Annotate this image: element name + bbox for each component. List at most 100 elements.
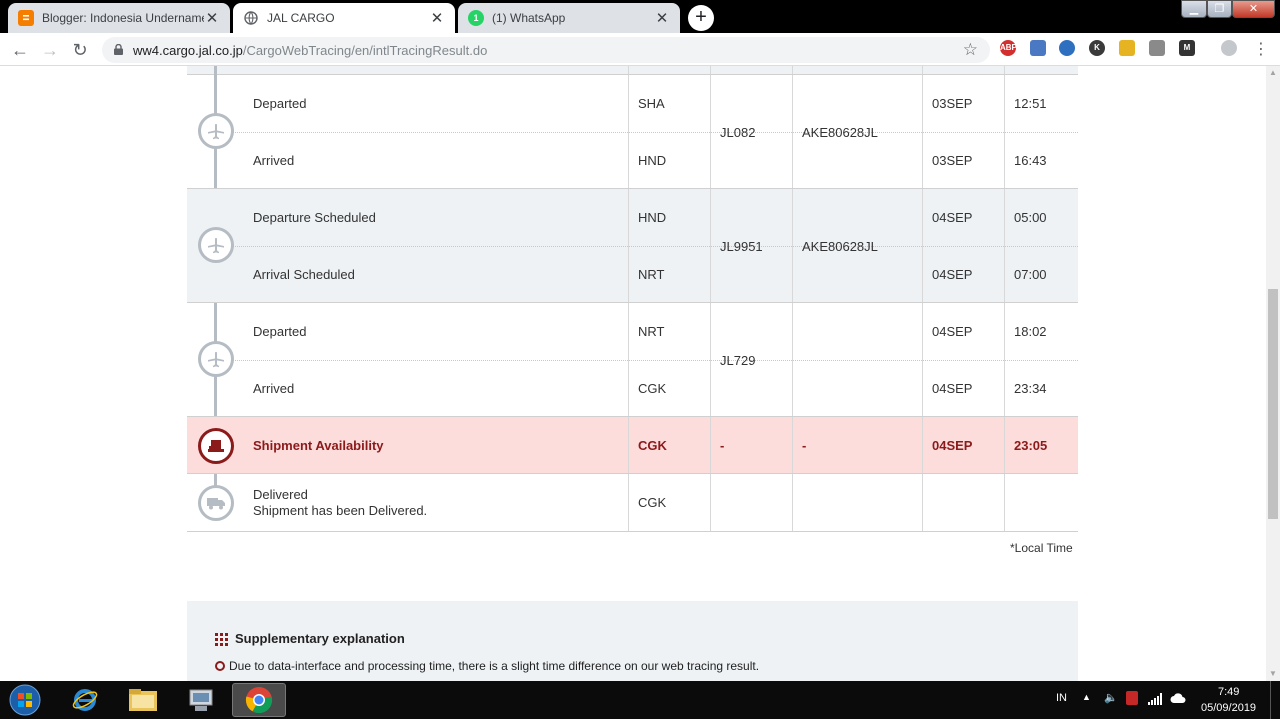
status-text: Arrived [253, 381, 295, 396]
flight-group: Departure Scheduled HND 04SEP 05:00 Arri… [187, 189, 1078, 303]
minimize-button[interactable]: ▁ [1181, 0, 1207, 18]
extension-icon[interactable] [1149, 40, 1165, 56]
delivered-row: Delivered Shipment has been Delivered. C… [187, 474, 1078, 532]
extension-icon[interactable]: K [1089, 40, 1105, 56]
time-text: 07:00 [1014, 267, 1047, 282]
time-text: 05:00 [1014, 210, 1047, 225]
reload-icon[interactable]: ↻ [69, 39, 91, 61]
url-path: /CargoWebTracing/en/intlTracingResult.do [242, 43, 488, 58]
time-text: 12:51 [1014, 96, 1047, 111]
clock-time[interactable]: 7:49 [1218, 686, 1239, 698]
flight-number: - [720, 438, 725, 453]
uld-number: AKE80628JL [802, 239, 878, 254]
section-title: Supplementary explanation [235, 631, 405, 646]
status-text: Arrived [253, 153, 295, 168]
page-content: Departed SHA 03SEP 12:51 Arrived HND 03S… [0, 66, 1266, 681]
station-code: HND [638, 153, 667, 168]
airplane-icon [198, 113, 234, 149]
time-text: 23:05 [1014, 438, 1048, 453]
taskbar: IN ▲ 🔈 7:49 05/09/2019 [0, 681, 1280, 719]
supplementary-section: Supplementary explanation Due to data-in… [187, 601, 1078, 681]
date-text: 04SEP [932, 267, 973, 282]
date-text: 04SEP [932, 210, 973, 225]
clock-date[interactable]: 05/09/2019 [1201, 702, 1256, 714]
maximize-button[interactable]: ❐ [1207, 0, 1232, 18]
back-icon[interactable]: ← [9, 39, 31, 61]
shipment-icon [198, 428, 234, 464]
show-hidden-icons[interactable]: ▲ [1082, 692, 1091, 702]
scroll-down-arrow[interactable]: ▼ [1266, 667, 1280, 681]
extension-icon[interactable] [1030, 40, 1046, 56]
antivirus-icon[interactable] [1126, 691, 1138, 705]
chrome-icon[interactable] [232, 683, 286, 717]
extension-icon[interactable] [1059, 40, 1075, 56]
menu-icon[interactable]: ⋮ [1250, 39, 1272, 61]
volume-icon[interactable]: 🔈 [1104, 691, 1118, 704]
availability-row: Shipment Availability CGK - - 04SEP 23:0… [187, 417, 1078, 474]
time-text: 18:02 [1014, 324, 1047, 339]
blogger-icon [18, 10, 34, 26]
close-icon[interactable]: ✕ [204, 9, 220, 27]
internet-explorer-icon[interactable] [58, 683, 112, 717]
station-code: NRT [638, 267, 665, 282]
tab-title: Blogger: Indonesia Undername D [42, 11, 204, 25]
grid-icon [215, 633, 228, 646]
lock-icon [114, 44, 123, 55]
profile-avatar[interactable] [1221, 40, 1237, 56]
time-text: 23:34 [1014, 381, 1047, 396]
date-text: 04SEP [932, 324, 973, 339]
language-indicator[interactable]: IN [1056, 692, 1067, 704]
flight-group: Departed SHA 03SEP 12:51 Arrived HND 03S… [187, 75, 1078, 189]
extension-icon[interactable] [1119, 40, 1135, 56]
tab-strip: Blogger: Indonesia Undername D ✕ JAL CAR… [0, 0, 1280, 33]
close-window-button[interactable]: ✕ [1232, 0, 1275, 18]
flight-number: JL729 [720, 353, 756, 368]
tab-title: (1) WhatsApp [492, 11, 566, 25]
file-explorer-icon[interactable] [116, 683, 170, 717]
flight-group: Departed NRT 04SEP 18:02 Arrived CGK 04S… [187, 303, 1078, 417]
local-time-note: *Local Time [1010, 541, 1073, 555]
flight-number: JL082 [720, 125, 756, 140]
station-code: SHA [638, 96, 665, 111]
tab-whatsapp[interactable]: 1 (1) WhatsApp ✕ [458, 3, 680, 33]
cloud-icon[interactable] [1170, 691, 1186, 708]
uld-number: - [802, 438, 807, 453]
station-code: CGK [638, 495, 667, 510]
status-text: Delivered [253, 487, 308, 502]
tab-blogger[interactable]: Blogger: Indonesia Undername D ✕ [8, 3, 230, 33]
computer-icon[interactable] [174, 683, 228, 717]
flight-number: JL9951 [720, 239, 763, 254]
bookmark-star-icon[interactable]: ☆ [963, 40, 978, 60]
tab-jal-cargo[interactable]: JAL CARGO ✕ [233, 3, 455, 33]
station-code: CGK [638, 381, 667, 396]
tab-title: JAL CARGO [267, 11, 335, 25]
extension-icon[interactable]: M [1179, 40, 1195, 56]
new-tab-button[interactable]: + [688, 5, 714, 31]
status-text: Departed [253, 96, 307, 111]
airplane-icon [198, 341, 234, 377]
time-text: 16:43 [1014, 153, 1047, 168]
browser-toolbar: ← → ↻ ww4.cargo.jal.co.jp/CargoWebTracin… [0, 33, 1280, 66]
scroll-up-arrow[interactable]: ▲ [1266, 66, 1280, 80]
globe-icon [243, 10, 259, 26]
date-text: 04SEP [932, 438, 973, 453]
scroll-thumb[interactable] [1268, 289, 1278, 519]
explanation-text: Due to data-interface and processing tim… [229, 659, 760, 673]
whatsapp-icon: 1 [468, 10, 484, 26]
url-text: ww4.cargo.jal.co.jp/CargoWebTracing/en/i… [133, 43, 487, 58]
address-bar[interactable]: ww4.cargo.jal.co.jp/CargoWebTracing/en/i… [102, 37, 990, 63]
bullet-icon [215, 661, 225, 671]
url-host: ww4.cargo.jal.co.jp [133, 43, 243, 58]
forward-icon[interactable]: → [39, 39, 61, 61]
network-icon[interactable] [1148, 693, 1162, 708]
station-code: NRT [638, 324, 665, 339]
date-text: 03SEP [932, 96, 973, 111]
date-text: 04SEP [932, 381, 973, 396]
show-desktop-button[interactable] [1270, 681, 1280, 719]
station-code: HND [638, 210, 667, 225]
close-icon[interactable]: ✕ [654, 9, 670, 27]
status-text: Shipment Availability [253, 438, 384, 453]
close-icon[interactable]: ✕ [429, 9, 445, 27]
start-button[interactable] [4, 683, 46, 717]
adblock-icon[interactable]: ABP [1000, 40, 1017, 56]
